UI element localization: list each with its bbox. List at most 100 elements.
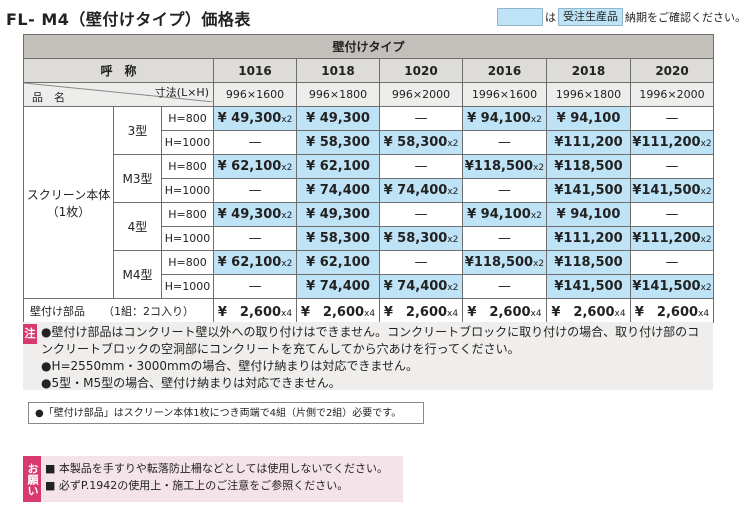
- price-value: —: [248, 231, 262, 246]
- price-value: ¥141,500: [632, 279, 701, 294]
- price-value: ¥118,500: [554, 159, 623, 174]
- price-value: —: [414, 111, 428, 126]
- product-name: スクリーン本体: [26, 187, 111, 202]
- price-cell: ¥ 49,300x2: [213, 106, 297, 131]
- sub-note: ●「壁付け部品」はスクリーン本体1枚につき両端で4組（片側で2組）必要です。: [28, 402, 424, 424]
- price-value: —: [498, 135, 511, 150]
- price-qty: x2: [530, 211, 542, 221]
- legend-blue-swatch: [497, 8, 543, 26]
- price-cell: ¥ 74,400: [296, 178, 380, 203]
- price-qty: x4: [530, 309, 542, 319]
- height-cell: H=1000: [161, 130, 214, 155]
- size-item-header: 寸法(L×H) 品 名: [23, 82, 214, 107]
- price-value: ¥ 2,600: [383, 305, 448, 320]
- price-cell: ¥ 58,300x2: [379, 130, 463, 155]
- price-qty: x2: [281, 115, 293, 125]
- item-label: 品 名: [32, 91, 65, 104]
- price-value: ¥ 62,100: [217, 159, 282, 174]
- price-qty: x2: [447, 187, 459, 197]
- height-cell: H=800: [161, 106, 214, 131]
- price-cell: —: [629, 202, 715, 227]
- height-cell: H=1000: [161, 226, 214, 251]
- price-value: ¥ 2,600: [551, 305, 615, 320]
- type-cell: M4型: [113, 250, 162, 299]
- price-value: ¥ 74,400: [383, 279, 448, 294]
- price-cell: ¥ 94,100x2: [462, 202, 547, 227]
- parts-label: 壁付け部品: [30, 304, 85, 318]
- price-value: ¥ 49,300: [217, 111, 282, 126]
- legend-mid: は: [545, 11, 556, 24]
- col-size: 1996×2000: [629, 82, 715, 107]
- col-code: 2020: [629, 58, 715, 83]
- price-cell: —: [379, 250, 463, 275]
- legend-swatch-text: 受注生産品: [558, 8, 623, 26]
- price-value: ¥ 2,600: [300, 305, 365, 320]
- note-line: ●壁付け部品はコンクリート壁以外への取り付けはできません。コンクリートブロックに…: [41, 325, 700, 339]
- price-value: ¥ 62,100: [306, 159, 370, 174]
- parts-row-label: 壁付け部品 （1組：2コ入り）: [23, 298, 214, 323]
- price-cell: ¥ 58,300: [296, 226, 380, 251]
- price-cell: —: [629, 106, 715, 131]
- price-value: ¥ 62,100: [217, 255, 282, 270]
- price-value: —: [498, 183, 511, 198]
- price-qty: x2: [700, 283, 712, 293]
- parts-price-cell: ¥ 2,600x4: [296, 298, 380, 323]
- price-qty: x2: [281, 163, 293, 173]
- price-cell: ¥ 94,100x2: [462, 106, 547, 131]
- price-value: ¥ 94,100: [556, 207, 621, 222]
- price-cell: ¥ 74,400x2: [379, 178, 463, 203]
- price-value: ¥ 62,100: [306, 255, 370, 270]
- price-cell: ¥ 58,300x2: [379, 226, 463, 251]
- price-cell: ¥ 62,100x2: [213, 154, 297, 179]
- price-cell: ¥141,500: [546, 274, 631, 299]
- price-value: —: [498, 279, 511, 294]
- price-value: —: [498, 231, 511, 246]
- price-cell: ¥141,500x2: [629, 178, 715, 203]
- price-qty: x2: [700, 187, 712, 197]
- price-value: ¥111,200: [554, 231, 623, 246]
- price-value: ¥141,500: [632, 183, 701, 198]
- price-value: —: [248, 279, 262, 294]
- price-value: ¥ 2,600: [217, 305, 282, 320]
- price-value: ¥ 58,300: [306, 231, 370, 246]
- type-cell: 3型: [113, 106, 162, 155]
- price-table: 壁付けタイプ 呼 称 1016 1018 1020 2016 2018 2020…: [22, 34, 715, 323]
- col-size: 996×1800: [296, 82, 380, 107]
- price-cell: ¥111,200x2: [629, 130, 715, 155]
- price-value: ¥ 94,100: [556, 111, 621, 126]
- note-line: ンクリートブロックの空洞部にコンクリートを充てんしてから穴あけを行ってください。: [41, 342, 520, 356]
- price-cell: —: [629, 154, 715, 179]
- height-cell: H=1000: [161, 178, 214, 203]
- price-value: ¥ 58,300: [306, 135, 370, 150]
- height-cell: H=800: [161, 154, 214, 179]
- price-cell: ¥111,200: [546, 226, 631, 251]
- col-size: 1996×1600: [462, 82, 547, 107]
- price-value: —: [665, 159, 679, 174]
- price-cell: —: [629, 250, 715, 275]
- price-value: —: [414, 159, 428, 174]
- type-cell: M3型: [113, 154, 162, 203]
- price-qty: x2: [281, 211, 293, 221]
- price-cell: ¥111,200x2: [629, 226, 715, 251]
- price-value: ¥111,200: [632, 135, 701, 150]
- price-cell: ¥ 94,100: [546, 106, 631, 131]
- height-cell: H=1000: [161, 274, 214, 299]
- height-cell: H=800: [161, 250, 214, 275]
- notes-tag: 注: [23, 324, 37, 344]
- price-cell: —: [462, 178, 547, 203]
- price-cell: —: [462, 226, 547, 251]
- price-qty: x2: [700, 235, 712, 245]
- parts-qty: （1組：2コ入り）: [103, 304, 194, 318]
- price-value: ¥118,500: [554, 255, 623, 270]
- price-cell: —: [213, 130, 297, 155]
- price-qty: x4: [281, 309, 293, 319]
- price-cell: —: [462, 130, 547, 155]
- col-code: 1020: [379, 58, 463, 83]
- price-qty: x4: [447, 309, 459, 319]
- price-value: —: [665, 207, 679, 222]
- warning-line: ■ 本製品を手すりや転落防止柵などとしては使用しないでください。: [45, 462, 389, 475]
- price-value: ¥ 49,300: [306, 111, 370, 126]
- legend: は 受注生産品 納期をご確認ください。: [497, 8, 746, 26]
- type-cell: 4型: [113, 202, 162, 251]
- price-cell: —: [379, 202, 463, 227]
